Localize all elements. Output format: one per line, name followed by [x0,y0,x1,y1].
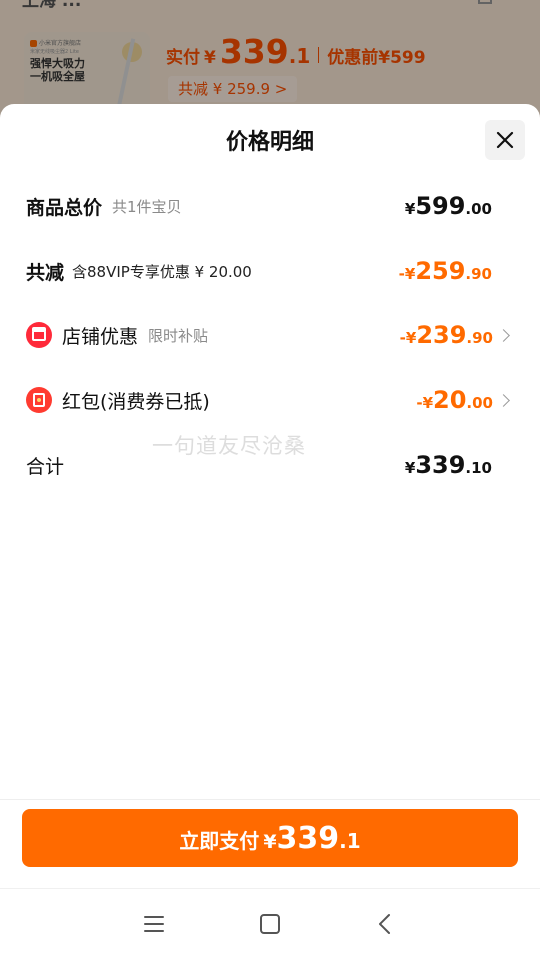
shop-discount-sub: 限时补贴 [148,326,209,345]
row-goods-total: 商品总价 共1件宝贝 ¥599.00 [0,186,540,226]
shop-discount-label: 店铺优惠 [62,325,139,348]
back-nav-button[interactable] [370,909,400,939]
row-total-reduce: 共减 含88VIP专享优惠 ¥ 20.00 -¥ 259.90 [0,251,540,291]
chevron-right-icon [497,328,510,342]
total-reduce-amount: -¥ 259.90 [398,257,492,285]
row-red-packet[interactable]: 红包(消费券已抵) -¥ 20.00 [0,380,540,420]
pay-now-button[interactable]: 立即支付 ¥ 339 .1 [22,809,518,867]
menu-nav-button[interactable] [139,909,169,939]
shop-icon [26,322,52,348]
row-shop-discount[interactable]: 店铺优惠 限时补贴 -¥ 239.90 [0,315,540,355]
red-packet-label: 红包(消费券已抵) [62,390,210,413]
shop-discount-amount: -¥ 239.90 [399,321,493,349]
close-icon [496,131,514,149]
vip-discount-note: 含88VIP专享优惠 ¥ 20.00 [72,262,252,281]
goods-total-label: 商品总价 [26,196,103,219]
chevron-right-icon [497,393,510,407]
footer-divider [0,799,540,800]
menu-icon [144,916,164,932]
price-detail-sheet: 价格明细 商品总价 共1件宝贝 ¥599.00 共减 含88VIP专享优惠 ¥ … [0,104,540,955]
system-nav-bar [0,888,540,955]
goods-total-amount: ¥599.00 [404,192,492,220]
red-packet-icon [26,387,52,413]
close-button[interactable] [485,120,525,160]
back-chevron-icon [379,914,390,934]
home-nav-button[interactable] [255,909,285,939]
total-reduce-label: 共减 [26,261,65,284]
row-sum: 合计 ¥339.10 [0,445,540,485]
sum-amount: ¥339.10 [404,451,492,479]
sheet-title: 价格明细 [225,130,314,155]
sum-label: 合计 [26,455,65,478]
red-packet-amount: -¥ 20.00 [416,386,493,414]
goods-count: 共1件宝贝 [112,197,182,216]
home-square-icon [260,914,280,934]
